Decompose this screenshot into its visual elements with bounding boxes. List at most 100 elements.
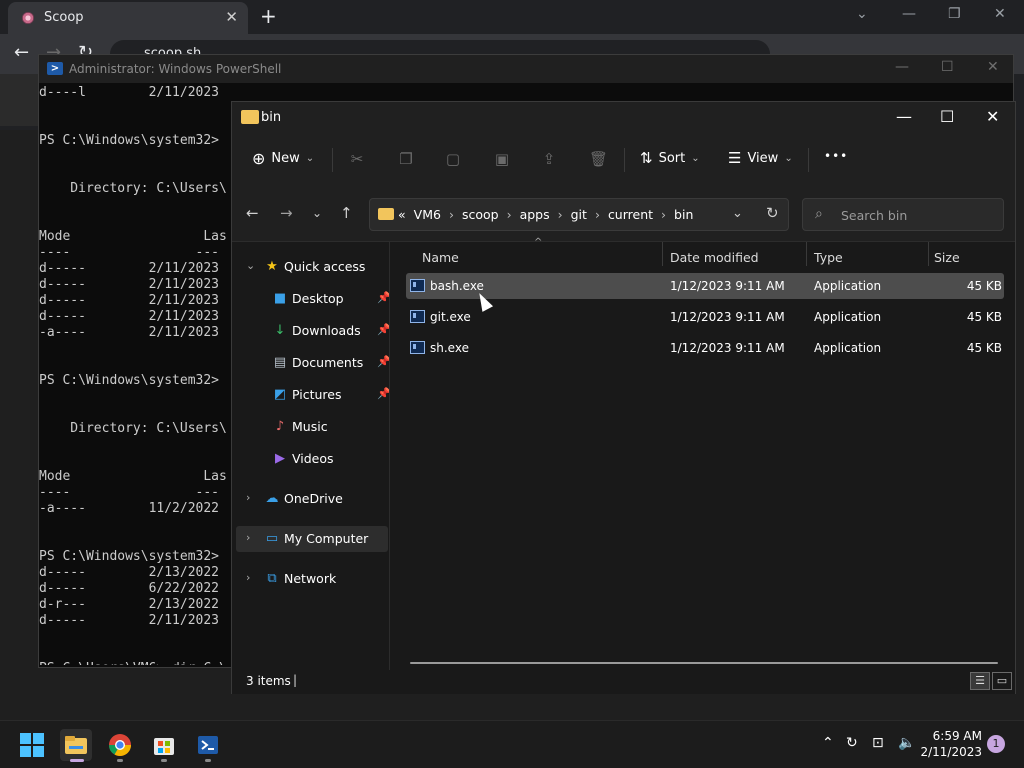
breadcrumb-chevron-icon[interactable]: › — [558, 207, 563, 222]
system-clock[interactable]: 6:59 AM 2/11/2023 — [916, 728, 982, 760]
details-view-button[interactable]: ☰ — [970, 672, 990, 690]
chevron-right-icon[interactable]: › — [246, 571, 250, 584]
network-tray-icon[interactable]: ⊡ — [872, 735, 884, 751]
breadcrumb-segment[interactable]: VM6 — [414, 207, 441, 222]
address-toolbar: ← → ⌄ ↑ « VM6 › scoop › apps › git › current › bin … — [232, 186, 1015, 242]
view-button[interactable]: ☰ View ⌄ — [728, 149, 793, 167]
nav-item-network[interactable]: › ⧉ Network — [236, 566, 388, 592]
browser-tab-scoop[interactable]: Scoop ✕ — [8, 2, 248, 34]
explorer-maximize-button[interactable]: ☐ — [940, 107, 954, 126]
browser-back-icon[interactable]: ← — [14, 42, 29, 63]
file-date: 1/12/2023 9:11 AM — [670, 310, 785, 324]
start-button[interactable] — [16, 729, 48, 761]
more-options-button[interactable]: ••• — [824, 149, 848, 163]
column-separator[interactable] — [806, 242, 807, 266]
ps-maximize-button[interactable]: ☐ — [941, 59, 954, 75]
nav-item-onedrive[interactable]: › ☁ OneDrive — [236, 486, 388, 512]
column-date-modified[interactable]: Date modified — [670, 247, 759, 269]
file-explorer-window[interactable]: bin — ☐ ✕ ⊕ New ⌄ ✂ ❐ ▢ ▣ ⇪ 🗑 ⇅ Sort ⌄ ☰… — [231, 101, 1016, 694]
delete-icon[interactable]: 🗑 — [589, 150, 608, 168]
share-icon[interactable]: ⇪ — [540, 150, 558, 168]
browser-restore-button[interactable]: ❐ — [948, 6, 961, 22]
taskbar-chrome[interactable] — [104, 729, 136, 761]
address-field[interactable]: « VM6 › scoop › apps › git › current › bin ⌄ ↻ — [369, 198, 789, 231]
file-row[interactable]: sh.exe 1/12/2023 9:11 AM Application 45 KB — [406, 335, 1004, 361]
command-separator — [332, 148, 333, 172]
computer-icon: ▭ — [265, 531, 279, 546]
file-row[interactable]: bash.exe 1/12/2023 9:11 AM Application 45 K… — [406, 273, 1004, 299]
ps-close-button[interactable]: ✕ — [987, 59, 999, 75]
breadcrumb-chevron-icon[interactable]: › — [595, 207, 600, 222]
taskbar-store[interactable] — [148, 729, 180, 761]
nav-item-desktop[interactable]: ■ Desktop 📌 — [236, 286, 391, 312]
cut-icon[interactable]: ✂ — [348, 150, 366, 168]
nav-item-music[interactable]: ♪ Music — [236, 414, 388, 440]
breadcrumb-overflow[interactable]: « — [398, 207, 406, 222]
recent-locations-icon[interactable]: ⌄ — [312, 206, 322, 220]
nav-item-documents[interactable]: ▤ Documents 📌 — [236, 350, 391, 376]
tiles-view-button[interactable]: ▭ — [992, 672, 1012, 690]
horizontal-scrollbar[interactable] — [410, 662, 998, 664]
chrome-icon — [109, 734, 131, 756]
breadcrumb-chevron-icon[interactable]: › — [449, 207, 454, 222]
chevron-right-icon[interactable]: › — [246, 491, 250, 504]
column-name[interactable]: Name — [422, 247, 459, 269]
breadcrumb-segment[interactable]: apps — [520, 207, 550, 222]
pane-splitter[interactable] — [389, 242, 390, 670]
update-icon[interactable]: ↻ — [846, 735, 858, 751]
refresh-icon[interactable]: ↻ — [766, 204, 779, 222]
sort-button[interactable]: ⇅ Sort ⌄ — [640, 149, 700, 167]
breadcrumb-segment[interactable]: bin — [674, 207, 693, 222]
paste-icon[interactable]: ▢ — [444, 150, 462, 168]
taskbar-file-explorer[interactable] — [60, 729, 92, 761]
notification-badge[interactable]: 1 — [987, 735, 1005, 753]
powershell-console[interactable]: d----l 2/11/2023 6:46 AM current PS C:\Wi… — [39, 85, 239, 665]
view-icon: ☰ — [728, 149, 742, 167]
breadcrumb-segment[interactable]: scoop — [462, 207, 499, 222]
column-separator[interactable] — [662, 242, 663, 266]
back-icon[interactable]: ← — [246, 204, 259, 222]
column-type[interactable]: Type — [814, 247, 843, 269]
explorer-title: bin — [261, 110, 282, 125]
chevron-right-icon[interactable]: › — [246, 531, 250, 544]
rename-icon[interactable]: ▣ — [493, 150, 511, 168]
nav-item-pictures[interactable]: ◩ Pictures 📌 — [236, 382, 391, 408]
tab-close-icon[interactable]: ✕ — [225, 8, 238, 26]
taskbar-powershell[interactable] — [192, 729, 224, 761]
tab-search-icon[interactable]: ⌄ — [856, 6, 868, 22]
breadcrumb-segment[interactable]: current — [608, 207, 653, 222]
explorer-close-button[interactable]: ✕ — [986, 107, 999, 126]
ps-minimize-button[interactable]: — — [895, 59, 909, 75]
search-input[interactable] — [841, 206, 991, 224]
breadcrumb-segment[interactable]: git — [571, 207, 587, 222]
explorer-titlebar[interactable]: bin — ☐ ✕ — [232, 102, 1015, 134]
chevron-down-icon[interactable]: ⌄ — [246, 259, 255, 272]
new-tab-button[interactable]: + — [260, 4, 277, 28]
breadcrumb-chevron-icon[interactable]: › — [661, 207, 666, 222]
copy-icon[interactable]: ❐ — [397, 150, 415, 168]
nav-item-downloads[interactable]: ↓ Downloads 📌 — [236, 318, 391, 344]
browser-minimize-button[interactable]: — — [902, 6, 916, 22]
new-button[interactable]: ⊕ New ⌄ — [252, 149, 314, 168]
volume-icon[interactable]: 🔈 — [898, 735, 915, 751]
column-size[interactable]: Size — [934, 247, 960, 269]
up-icon[interactable]: ↑ — [340, 204, 353, 222]
file-row[interactable]: git.exe 1/12/2023 9:11 AM Application 45 KB — [406, 304, 1004, 330]
powershell-titlebar[interactable]: > Administrator: Windows PowerShell — ☐ … — [39, 55, 1013, 83]
nav-item-label: My Computer — [284, 531, 369, 546]
address-dropdown-icon[interactable]: ⌄ — [732, 206, 743, 221]
search-box[interactable]: ⌕ — [802, 198, 1004, 231]
breadcrumb-chevron-icon[interactable]: › — [507, 207, 512, 222]
sort-ascending-icon: ^ — [534, 237, 543, 248]
column-separator[interactable] — [928, 242, 929, 266]
nav-item-videos[interactable]: ▶ Videos — [236, 446, 388, 472]
cloud-icon: ☁ — [265, 491, 279, 506]
browser-close-button[interactable]: ✕ — [994, 6, 1006, 22]
nav-item-my-computer[interactable]: › ▭ My Computer — [236, 526, 388, 552]
nav-item-label: Videos — [292, 451, 334, 466]
nav-item-quick-access[interactable]: ⌄ ★ Quick access — [236, 254, 388, 280]
explorer-minimize-button[interactable]: — — [896, 107, 912, 126]
browser-tabstrip: Scoop ✕ + ⌄ — ❐ ✕ — [0, 0, 1024, 34]
show-hidden-icons-icon[interactable]: ⌃ — [822, 735, 834, 751]
forward-icon[interactable]: → — [280, 204, 293, 222]
